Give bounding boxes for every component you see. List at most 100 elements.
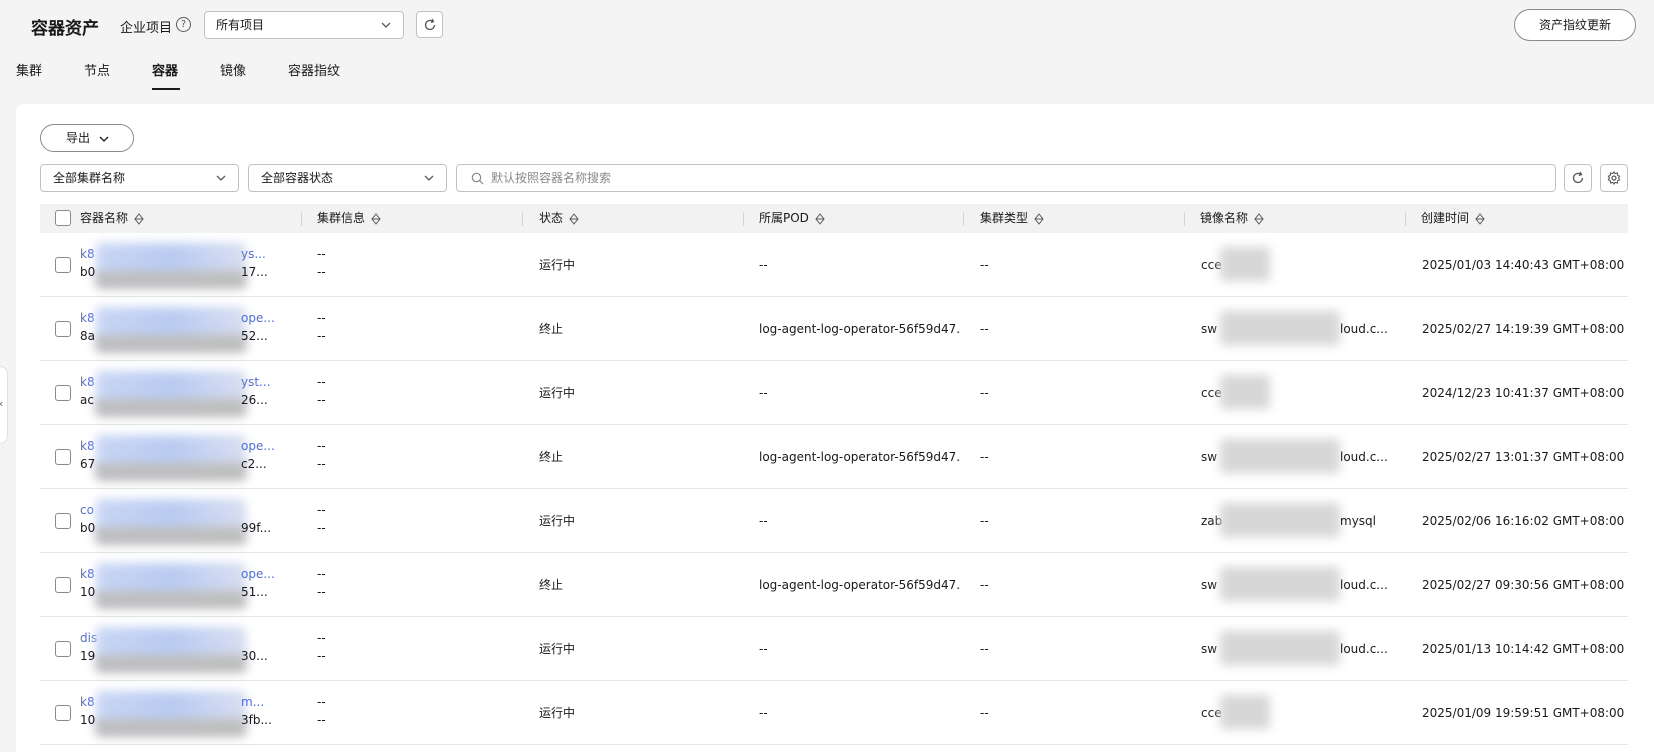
help-icon[interactable]: ?: [176, 17, 191, 32]
image-name-suffix: mysql: [1340, 514, 1376, 528]
search-box: [456, 164, 1556, 192]
container-id-suffix: 17...: [241, 265, 268, 279]
container-name-suffix[interactable]: ys...: [241, 247, 279, 261]
col-pod[interactable]: 所属POD: [759, 204, 825, 233]
container-id-prefix: 19: [80, 649, 96, 663]
container-name-suffix[interactable]: yst...: [241, 375, 279, 389]
search-input[interactable]: [491, 168, 1491, 188]
created-time: 2025/02/27 13:01:37 GMT+08:00: [1422, 450, 1625, 464]
chevron-down-icon: [381, 22, 391, 28]
column-divider: [963, 212, 964, 226]
image-name-suffix: [1340, 233, 1400, 297]
page-title: 容器资产: [31, 19, 99, 39]
redacted-block: [1220, 503, 1340, 537]
image-name-suffix: [1340, 681, 1400, 745]
row-checkbox[interactable]: [55, 449, 71, 465]
redacted-block: [1220, 375, 1270, 409]
col-label: 集群类型: [980, 211, 1029, 225]
created-time: 2025/02/27 14:19:39 GMT+08:00: [1422, 322, 1625, 336]
sort-icon: [1475, 212, 1485, 225]
pod-name: log-agent-log-operator-56f59d47...: [759, 322, 959, 336]
tab-container[interactable]: 容器: [152, 60, 178, 79]
tab-node[interactable]: 节点: [84, 60, 110, 79]
chevron-left-icon: ‹: [0, 397, 3, 410]
row-checkbox[interactable]: [55, 641, 71, 657]
col-image-name[interactable]: 镜像名称: [1200, 204, 1264, 233]
container-id-suffix: 52...: [241, 329, 268, 343]
container-id-suffix: 3fb...: [241, 713, 272, 727]
col-label: 容器名称: [80, 211, 129, 225]
table-row: k8 yst... ac 26... -- -- 运行中 -- -- cce 2024/12/23 …: [40, 361, 1628, 425]
row-checkbox[interactable]: [55, 385, 71, 401]
tab-cluster[interactable]: 集群: [16, 60, 42, 79]
container-name-suffix[interactable]: ope...: [241, 439, 279, 453]
redacted-block: [96, 591, 246, 609]
table-row: k8 m... 10 3fb... -- -- 运行中 -- -- cce 2025/01/09 1…: [40, 681, 1628, 745]
refresh-button[interactable]: [1564, 164, 1592, 192]
redacted-block: [96, 335, 246, 353]
status-text: 运行中: [539, 386, 576, 400]
sort-icon: [1254, 212, 1264, 225]
container-name-suffix[interactable]: ope...: [241, 311, 279, 325]
cluster-type: --: [980, 322, 989, 336]
sidebar-toggle[interactable]: ‹: [0, 366, 8, 444]
col-cluster-type[interactable]: 集群类型: [980, 204, 1044, 233]
row-checkbox[interactable]: [55, 705, 71, 721]
tab-container-fingerprint[interactable]: 容器指纹: [288, 60, 340, 79]
col-label: 状态: [539, 211, 564, 225]
sort-icon: [134, 212, 144, 225]
select-all-checkbox[interactable]: [55, 210, 71, 226]
col-cluster-info[interactable]: 集群信息: [317, 204, 381, 233]
status-text: 终止: [539, 578, 564, 592]
cluster-info-line2: --: [317, 393, 326, 407]
project-select-value: 所有项目: [216, 18, 265, 32]
project-select[interactable]: 所有项目: [204, 11, 404, 39]
pod-name: --: [759, 386, 768, 400]
container-name-suffix[interactable]: ope...: [241, 567, 279, 581]
refresh-projects-button[interactable]: [416, 11, 443, 38]
col-label: 集群信息: [317, 211, 366, 225]
row-checkbox[interactable]: [55, 577, 71, 593]
active-tab-indicator: [152, 88, 180, 90]
cluster-info-line2: --: [317, 649, 326, 663]
redacted-block: [1220, 439, 1340, 473]
cluster-info-line2: --: [317, 713, 326, 727]
row-checkbox[interactable]: [55, 257, 71, 273]
col-status[interactable]: 状态: [539, 204, 579, 233]
image-name-suffix: loud.c...: [1340, 450, 1388, 464]
table-row: k8 ope... 67 c2... -- -- 终止 log-agent-log-opera…: [40, 425, 1628, 489]
cluster-info-line2: --: [317, 265, 326, 279]
col-label: 镜像名称: [1200, 211, 1249, 225]
asset-fingerprint-update-button[interactable]: 资产指纹更新: [1514, 9, 1636, 41]
container-name-suffix[interactable]: m...: [241, 695, 279, 709]
refresh-icon: [1572, 171, 1584, 184]
top-bar: 容器资产 企业项目 ? 所有项目 资产指纹更新: [0, 0, 1654, 98]
container-id-prefix: b0: [80, 521, 96, 535]
container-id-prefix: b0: [80, 265, 96, 279]
sort-icon: [371, 212, 381, 225]
redacted-block: [1220, 567, 1340, 601]
container-id-prefix: 10: [80, 713, 96, 727]
redacted-block: [96, 463, 246, 481]
cluster-type: --: [980, 642, 989, 656]
export-button[interactable]: 导出: [40, 124, 134, 152]
created-time: 2025/01/13 10:14:42 GMT+08:00: [1422, 642, 1625, 656]
cluster-info-line1: --: [317, 631, 326, 645]
cluster-type: --: [980, 706, 989, 720]
pod-name: --: [759, 514, 768, 528]
redacted-block: [96, 719, 246, 737]
pod-name: --: [759, 706, 768, 720]
refresh-icon: [424, 18, 436, 31]
cluster-type: --: [980, 258, 989, 272]
cluster-name-filter[interactable]: 全部集群名称: [40, 164, 239, 192]
cluster-info-line1: --: [317, 247, 326, 261]
col-container-name[interactable]: 容器名称: [80, 204, 144, 233]
container-status-filter[interactable]: 全部容器状态: [248, 164, 447, 192]
tab-image[interactable]: 镜像: [220, 60, 246, 79]
table-row: dis 19 30... -- -- 运行中 -- -- sw loud.c... 2025/01/…: [40, 617, 1628, 681]
row-checkbox[interactable]: [55, 321, 71, 337]
row-checkbox[interactable]: [55, 513, 71, 529]
settings-button[interactable]: [1600, 164, 1628, 192]
col-created-time[interactable]: 创建时间: [1421, 204, 1485, 233]
col-label: 所属POD: [759, 211, 809, 225]
